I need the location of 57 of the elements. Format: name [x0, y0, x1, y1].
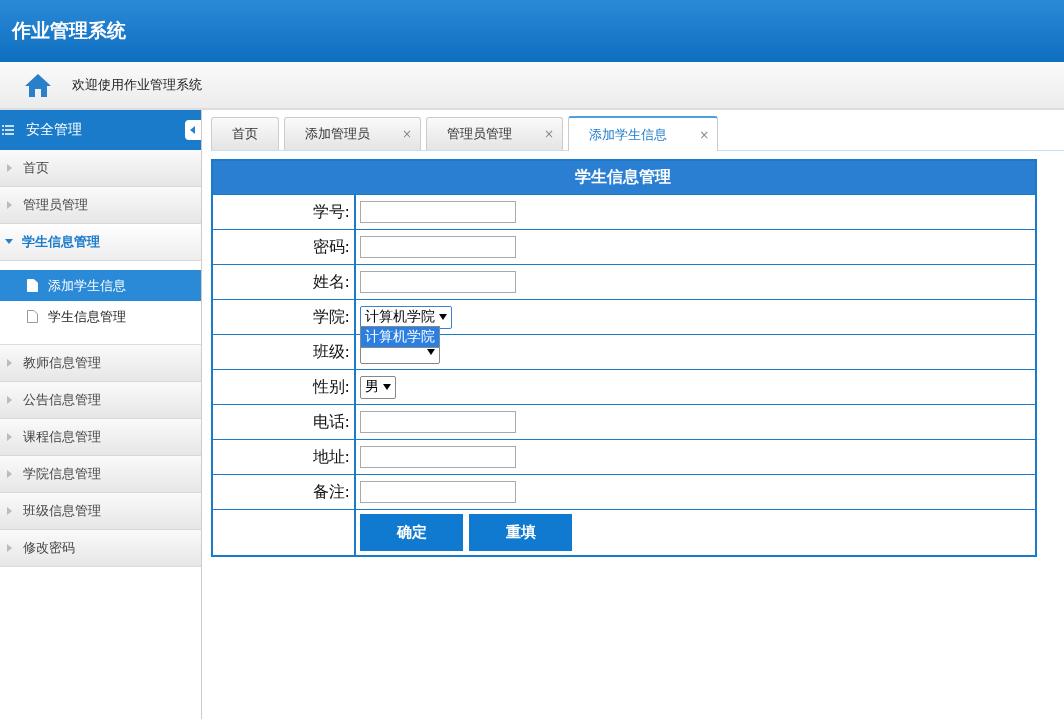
field-label: 班级:: [213, 335, 356, 369]
tab[interactable]: 管理员管理 ×: [426, 117, 564, 150]
caret-icon: [7, 507, 13, 515]
field-label: 密码:: [213, 230, 356, 264]
home-icon[interactable]: [24, 72, 52, 98]
form-title: 学生信息管理: [213, 161, 1035, 194]
submenu-item[interactable]: 添加学生信息: [0, 270, 201, 301]
menu-item[interactable]: 课程信息管理: [0, 419, 201, 456]
caret-icon: [7, 470, 13, 478]
sidebar-title: 安全管理: [26, 121, 82, 139]
submenu-item[interactable]: 学生信息管理: [0, 301, 201, 332]
field-label: 备注:: [213, 475, 356, 509]
select-field[interactable]: 计算机学院: [360, 305, 452, 329]
dropdown-arrow-icon: [439, 314, 447, 320]
form-button[interactable]: 确定: [360, 514, 463, 551]
close-icon[interactable]: ×: [699, 127, 710, 142]
input-field[interactable]: [360, 271, 516, 293]
dropdown-arrow-icon: [427, 349, 435, 355]
caret-icon: [7, 359, 13, 367]
field-label: 姓名:: [213, 265, 356, 299]
tab[interactable]: 添加学生信息 ×: [568, 116, 719, 151]
menu-item[interactable]: 管理员管理: [0, 187, 201, 224]
caret-icon: [7, 201, 13, 209]
menu-item[interactable]: 首页: [0, 150, 201, 187]
app-title: 作业管理系统: [12, 18, 126, 43]
field-label: 学号:: [213, 195, 356, 229]
caret-icon: [7, 396, 13, 404]
menu-item[interactable]: 教师信息管理: [0, 345, 201, 382]
input-field[interactable]: [360, 236, 516, 258]
caret-icon: [190, 126, 196, 134]
field-label: 电话:: [213, 405, 356, 439]
collapse-button[interactable]: [185, 120, 201, 140]
select-field[interactable]: 男: [360, 375, 396, 399]
tab[interactable]: 添加管理员 ×: [284, 117, 422, 150]
caret-icon: [7, 164, 13, 172]
menu-item[interactable]: 修改密码: [0, 530, 201, 567]
caret-icon: [7, 544, 13, 552]
welcome-text: 欢迎使用作业管理系统: [72, 76, 202, 94]
field-label: 地址:: [213, 440, 356, 474]
dropdown-arrow-icon: [383, 384, 391, 390]
file-icon: [27, 310, 38, 323]
tab[interactable]: 首页: [211, 117, 279, 150]
field-label: 学院:: [213, 300, 356, 334]
field-label: 性别:: [213, 370, 356, 404]
menu-item[interactable]: 学院信息管理: [0, 456, 201, 493]
menu-item[interactable]: 班级信息管理: [0, 493, 201, 530]
caret-icon: [5, 239, 13, 245]
input-field[interactable]: [360, 411, 516, 433]
list-icon: [2, 125, 14, 135]
input-field[interactable]: [360, 201, 516, 223]
dropdown-option[interactable]: 计算机学院: [361, 327, 439, 347]
form-button[interactable]: 重填: [469, 514, 572, 551]
input-field[interactable]: [360, 481, 516, 503]
menu-item[interactable]: 公告信息管理: [0, 382, 201, 419]
input-field[interactable]: [360, 446, 516, 468]
file-icon: [27, 279, 38, 292]
caret-icon: [7, 433, 13, 441]
